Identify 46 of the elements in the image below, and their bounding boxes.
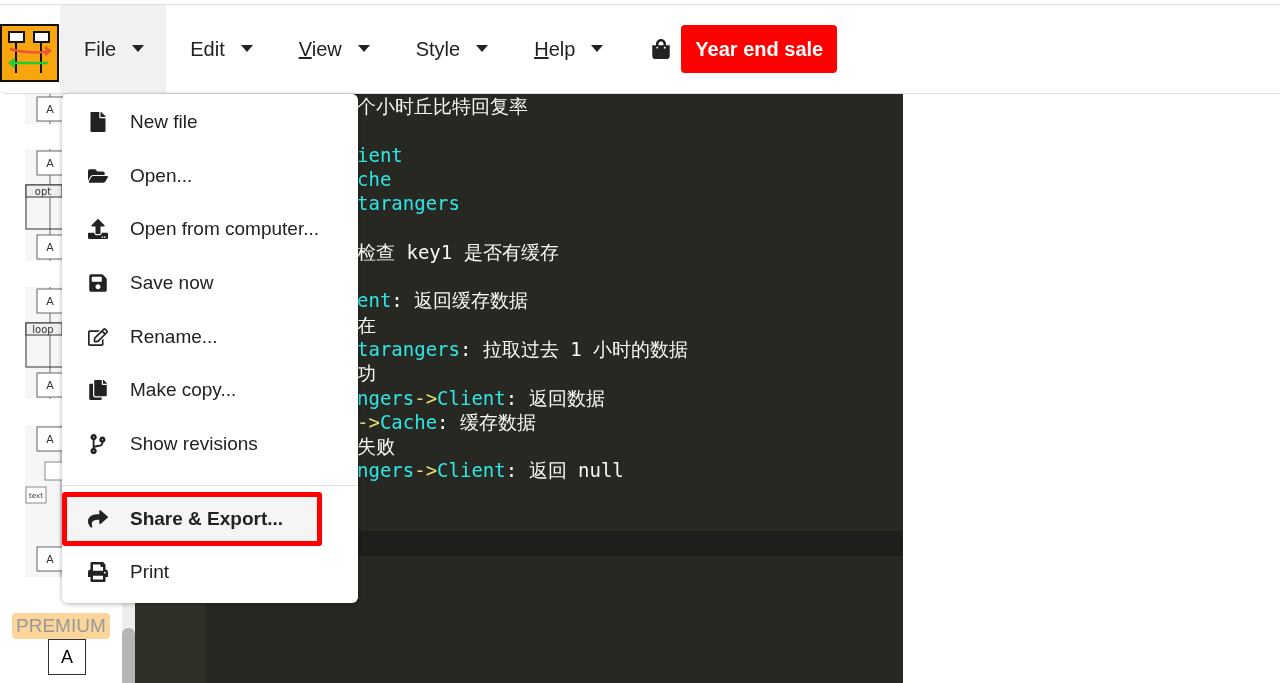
code-text: ent (357, 289, 392, 312)
copy-icon (88, 380, 108, 401)
caret-icon (357, 45, 370, 53)
menu-item[interactable]: Share & Export... (62, 491, 322, 546)
menu-tab[interactable]: Edit (166, 5, 275, 93)
code-text: 失败 (357, 435, 395, 458)
code-text: 在 (357, 313, 376, 336)
code-text: -> (414, 386, 438, 409)
code-text: : 返回数据 (505, 386, 605, 409)
print-icon (88, 562, 108, 583)
code-text: Cache (379, 410, 438, 433)
code-text: 功 (357, 362, 376, 385)
code-text: -> (357, 410, 380, 433)
code-text: : 返回缓存数据 (391, 289, 529, 312)
save-icon (88, 272, 108, 293)
caret-icon (240, 45, 253, 53)
code-text: : 缓存数据 (437, 410, 536, 433)
code-text: 检查 key1 是否有缓存 (357, 240, 559, 263)
code-text: ient (357, 143, 403, 166)
menu-tab[interactable]: File (60, 5, 167, 93)
edit-icon (88, 326, 108, 347)
code-text: -> (414, 459, 438, 482)
code-text: : 拉取过去 1 小时的数据 (459, 337, 689, 360)
file-icon (88, 111, 108, 132)
shape-thumbnail[interactable]: A (48, 639, 86, 675)
menu-tab[interactable]: Help (510, 5, 626, 93)
caret-icon (476, 45, 489, 53)
code-text: ngers (357, 459, 415, 482)
menu-tab[interactable]: Style (391, 5, 511, 93)
code-text: tarangers (357, 337, 460, 360)
code-text: tarangers (357, 192, 460, 215)
code-text: ngers (357, 386, 415, 409)
code-text: : 返回 null (505, 459, 624, 482)
shopping-bag-icon[interactable] (651, 39, 672, 59)
premium-badge: PREMIUM (12, 613, 110, 639)
share-icon (88, 508, 108, 529)
caret-icon (132, 45, 145, 53)
code-text: 个小时丘比特回复率 (357, 95, 528, 117)
code-text: Client (437, 386, 506, 409)
upload-icon (88, 219, 108, 240)
branch-icon (88, 433, 108, 454)
menu-tab[interactable]: View (274, 5, 392, 93)
caret-icon (591, 45, 604, 53)
sale-button[interactable]: Year end sale (681, 25, 838, 73)
code-text: che (357, 167, 392, 190)
code-text: Client (437, 459, 506, 482)
